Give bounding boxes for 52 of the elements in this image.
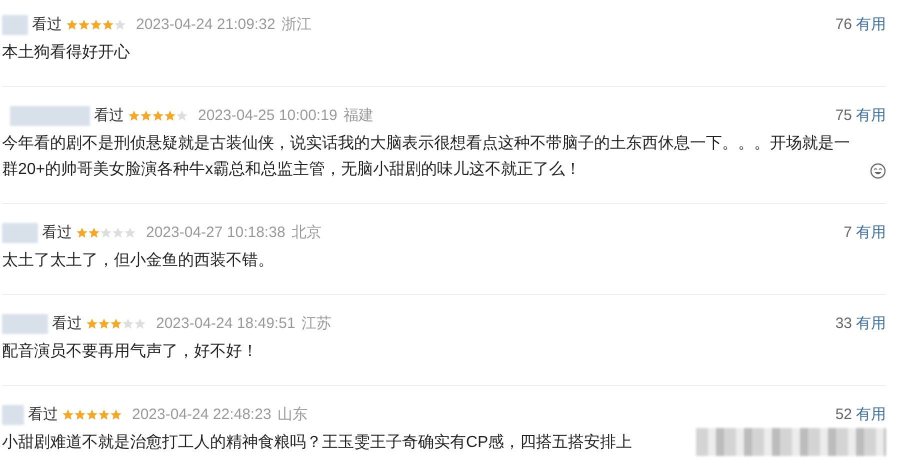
- vote-count: 7: [844, 222, 852, 243]
- comment-location: 山东: [277, 404, 308, 425]
- comment-time: 2023-04-24 18:49:51: [156, 314, 296, 334]
- filled-star-icon: [88, 227, 100, 239]
- watch-status: 看过: [42, 222, 72, 243]
- watch-status: 看过: [52, 314, 82, 334]
- vote-count: 75: [835, 106, 852, 126]
- filled-star-icon: [86, 318, 98, 330]
- comment-time: 2023-04-24 22:48:23: [132, 404, 272, 425]
- filled-star-icon: [78, 19, 90, 31]
- comment-time: 2023-04-24 21:09:32: [136, 14, 276, 35]
- filled-star-icon: [90, 19, 102, 31]
- filled-star-icon: [98, 318, 110, 330]
- comment-time: 2023-04-27 10:18:38: [146, 222, 286, 243]
- watch-status: 看过: [32, 14, 62, 35]
- redacted-name: [2, 405, 24, 425]
- filled-star-icon: [102, 19, 114, 31]
- vote-count: 52: [835, 404, 852, 425]
- comment-text: 太土了太土了，但小金鱼的西装不错。: [2, 250, 274, 271]
- filled-star-icon: [74, 409, 86, 421]
- filled-star-icon: [66, 19, 78, 31]
- redacted-name: [2, 314, 48, 334]
- watch-status: 看过: [28, 404, 58, 425]
- filled-star-icon: [86, 409, 98, 421]
- useful-link[interactable]: 有用: [856, 222, 886, 244]
- filled-star-icon: [128, 110, 140, 122]
- useful-link[interactable]: 有用: [856, 312, 886, 336]
- filled-star-icon: [76, 227, 88, 239]
- vote-count: 33: [835, 314, 852, 334]
- comment-location: 浙江: [281, 14, 312, 35]
- filled-star-icon: [62, 409, 74, 421]
- redacted-name: [2, 15, 28, 35]
- filled-star-icon: [164, 110, 176, 122]
- watch-status: 看过: [94, 106, 124, 126]
- comment-location: 江苏: [301, 314, 332, 334]
- comment-location: 北京: [291, 222, 322, 243]
- filled-star-icon: [110, 409, 122, 421]
- comment-text: 小甜剧难道不就是治愈打工人的精神食粮吗？王玉雯王子奇确实有CP感，四搭五搭安排上: [2, 432, 632, 453]
- comment-text: 今年看的剧不是刑侦悬疑就是古装仙侠，说实话我的大脑表示很想看点这种不带脑子的土东西休息一下。。。开场就是一群20+的帅哥美女脸演各种牛x霸总和总监主管，无脑小甜剧的味儿这不就正了么！: [2, 134, 851, 180]
- comment-text: 本土狗看得好开心: [2, 42, 130, 63]
- filled-star-icon: [152, 110, 164, 122]
- filled-star-icon: [110, 318, 122, 330]
- comment-text: 配音演员不要再用气声了，好不好！: [2, 342, 258, 362]
- useful-link[interactable]: 有用: [856, 404, 886, 426]
- comment-location: 福建: [343, 106, 374, 126]
- comment-time: 2023-04-25 10:00:19: [198, 106, 338, 126]
- redacted-name: [2, 223, 38, 243]
- useful-link[interactable]: 有用: [856, 14, 886, 36]
- useful-link[interactable]: 有用: [856, 104, 886, 128]
- vote-count: 76: [835, 14, 852, 35]
- filled-star-icon: [140, 110, 152, 122]
- filled-star-icon: [98, 409, 110, 421]
